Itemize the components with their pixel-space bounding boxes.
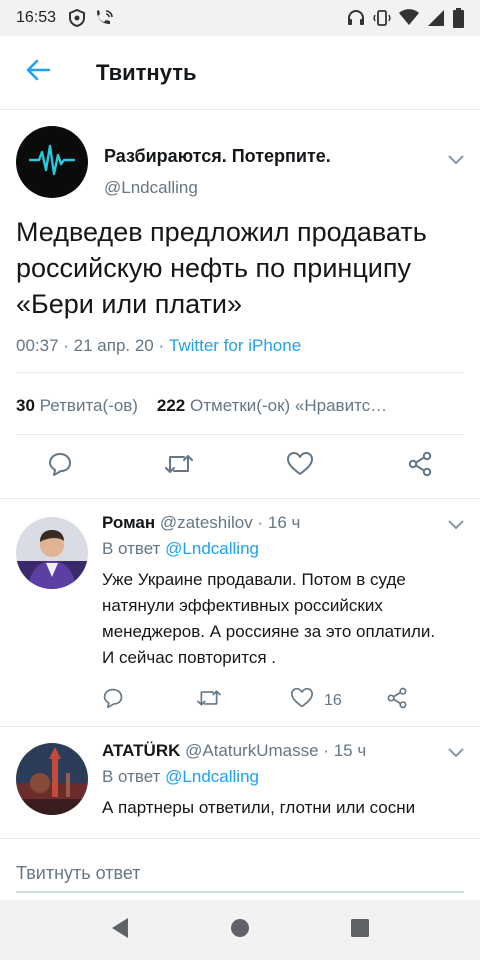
like-count: 16 [324,691,342,709]
avatar[interactable] [16,517,88,589]
tweet-meta: 00:37 · 21 апр. 20 · Twitter for iPhone [16,336,301,356]
reply-text: А партнеры ответили, глотни или сосни [102,798,416,817]
divider [16,372,464,373]
reply-menu-button[interactable] [448,517,464,535]
retweets-label: Ретвита(-ов) [39,396,138,415]
likes-stat[interactable]: 222 Отметки(-ок) «Нравитс… [157,396,387,415]
likes-label: Отметки(-ок) «Нравитс… [190,396,388,415]
like-button[interactable] [284,450,316,482]
reply-to: В ответ @Lndcalling [102,539,259,559]
chevron-down-icon [448,745,464,762]
reply-age: 16 ч [267,513,301,532]
author-handle[interactable]: @Lndcalling [104,178,198,198]
page-title: Твитнуть [96,59,197,85]
tweet-stats: 30 Ретвита(-ов) 222 Отметки(-ок) «Нравит… [16,396,464,416]
reply-tweet[interactable]: ATATÜRK @AtaturkUmasse · 15 ч В ответ @L… [0,726,480,838]
share-icon [407,451,433,482]
heart-icon [290,687,314,714]
circle-home-icon [230,918,250,943]
nav-home-button[interactable] [228,918,252,942]
author-name[interactable]: Разбираются. Потерпите. [104,146,331,167]
reply-tweet[interactable]: Роман @zateshilov · 16 ч В ответ @Lndcal… [0,498,480,726]
status-bar: 16:53 [0,0,480,36]
reply-button[interactable] [102,687,124,714]
like-button[interactable]: 16 [290,687,342,714]
share-button[interactable] [386,687,408,714]
comment-icon [102,687,124,714]
reply-to-mention[interactable]: @Lndcalling [165,539,259,558]
system-nav-bar [0,900,480,960]
tweet-time: 00:37 [16,336,59,355]
status-time: 16:53 [16,9,57,26]
reply-author-name[interactable]: Роман [102,513,155,532]
retweet-button[interactable] [196,687,222,714]
meta-separator: · [252,513,268,532]
tweet-date: 21 апр. 20 [73,336,154,355]
heart-icon [286,451,314,482]
meta-separator: · [153,336,169,355]
share-button[interactable] [404,450,436,482]
reply-text: Уже Украине продавали. Потом в суде натя… [102,570,436,667]
reply-author-handle[interactable]: @zateshilov [160,513,253,532]
retweet-button[interactable] [163,450,195,482]
retweet-icon [164,451,194,482]
reply-header: ATATÜRK @AtaturkUmasse · 15 ч [102,741,366,761]
back-button[interactable] [0,36,76,110]
arrow-left-icon [25,57,51,88]
reply-author-handle[interactable]: @AtaturkUmasse [185,741,318,760]
avatar[interactable] [16,126,88,198]
tweet-actions [0,450,480,498]
reply-button[interactable] [44,450,76,482]
chevron-down-icon [448,152,464,169]
retweet-icon [196,687,222,714]
reply-to-label: В ответ [102,539,166,558]
waveform-icon [28,143,76,182]
vibrate-icon [373,9,391,27]
reply-menu-button[interactable] [448,745,464,763]
likes-count: 222 [156,396,186,415]
square-recents-icon [351,918,369,942]
tweet-text: Медведев предложил продавать российскую … [16,217,427,319]
avatar[interactable] [16,743,88,815]
meta-separator: · [318,741,334,760]
reply-input[interactable]: Твитнуть ответ [16,849,464,893]
nav-recents-button[interactable] [348,918,372,942]
compose-bar: Твитнуть ответ [0,838,480,900]
divider [16,434,464,435]
reply-age: 15 ч [333,741,367,760]
wifi-icon [399,9,419,27]
reply-header: Роман @zateshilov · 16 ч [102,513,300,533]
tweet-menu-button[interactable] [448,152,464,170]
reply-to-mention[interactable]: @Lndcalling [165,767,259,786]
reply-author-name[interactable]: ATATÜRK [102,741,180,760]
phone-wifi-icon [94,9,114,27]
reply-actions: 16 [102,687,432,715]
shield-icon [68,9,86,27]
share-icon [386,687,408,714]
meta-separator: · [58,336,74,355]
signal-icon [427,9,445,27]
reply-to: В ответ @Lndcalling [102,767,259,787]
triangle-back-icon [110,917,130,944]
tweet-source-link[interactable]: Twitter for iPhone [169,336,301,355]
reply-to-label: В ответ [102,767,166,786]
retweets-stat[interactable]: 30 Ретвита(-ов) [16,396,138,415]
chevron-down-icon [448,517,464,534]
headset-icon [347,9,365,27]
battery-icon [453,8,464,28]
retweets-count: 30 [16,396,35,415]
app-bar: Твитнуть [0,36,480,110]
tweet-header: Разбираются. Потерпите. @Lndcalling [16,126,464,200]
comment-icon [47,451,73,482]
nav-back-button[interactable] [108,917,132,944]
